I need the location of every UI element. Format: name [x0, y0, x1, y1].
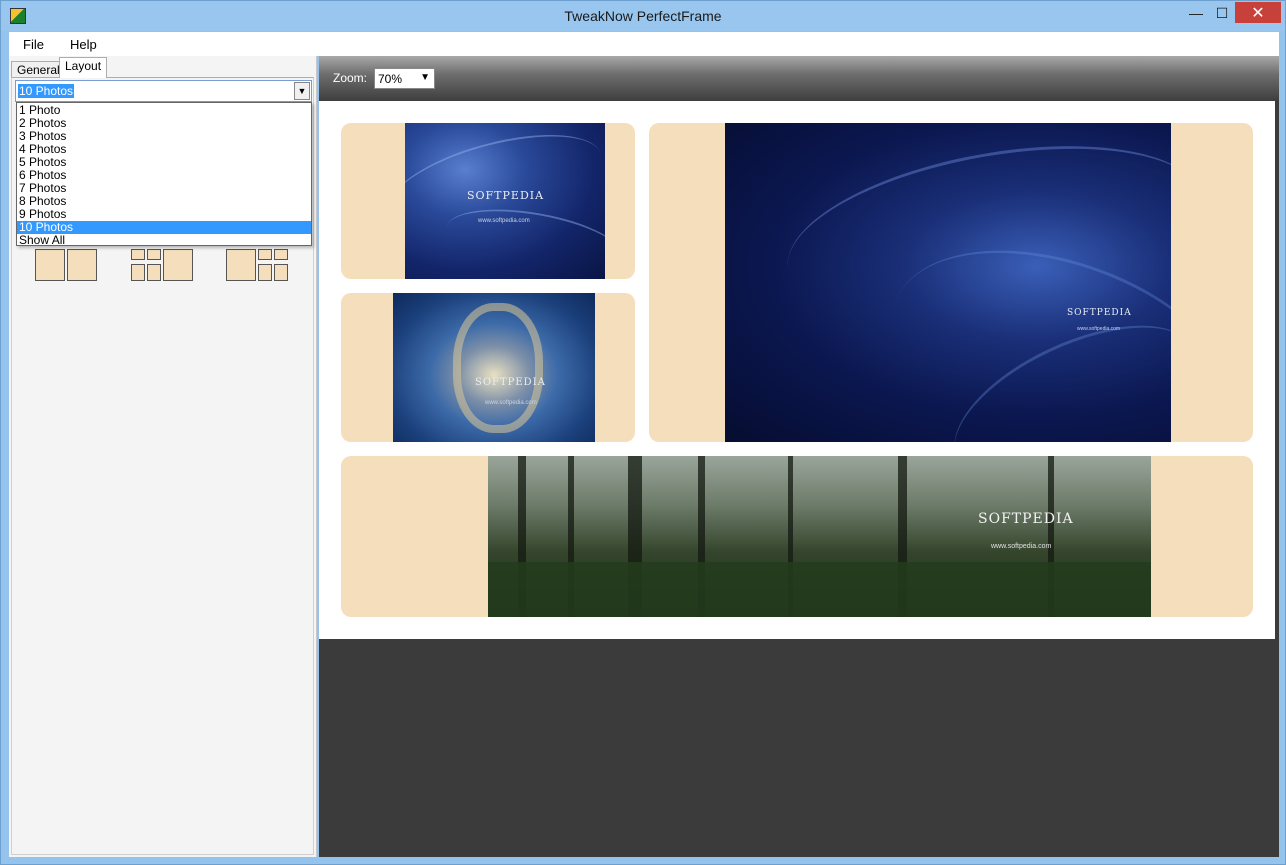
photo-frame-4[interactable]: SOFTPEDIA www.softpedia.com [341, 456, 1253, 617]
thumb-cell [226, 249, 256, 281]
photo-4[interactable]: SOFTPEDIA www.softpedia.com [488, 456, 1151, 617]
thumb-cell [147, 249, 161, 260]
zoom-value: 70% [378, 72, 403, 86]
zoom-label: Zoom: [333, 71, 368, 85]
thumb-cell [35, 249, 65, 281]
zoom-select[interactable]: 70% ▼ [374, 68, 435, 89]
menu-help[interactable]: Help [56, 37, 109, 52]
photo-frame-2[interactable]: SOFTPEDIA www.softpedia.com [341, 293, 635, 442]
thumb-cell [274, 249, 288, 260]
thumb-cell [147, 264, 161, 281]
tab-layout[interactable]: Layout [59, 57, 108, 78]
photo-2[interactable]: SOFTPEDIA www.softpedia.com [393, 293, 595, 442]
menu-file[interactable]: File [9, 37, 56, 52]
thumb-cell [274, 264, 288, 281]
thumb-cell [67, 249, 97, 281]
layout-combo[interactable]: 10 Photos ▼ [15, 80, 312, 102]
dropdown-option[interactable]: Show All [17, 234, 311, 247]
layout-thumb-five[interactable] [131, 249, 193, 281]
watermark-url: www.softpedia.com [478, 218, 530, 224]
photo-frame-1[interactable]: SOFTPEDIA www.softpedia.com [341, 123, 635, 279]
photo-3[interactable]: SOFTPEDIA www.softpedia.com [725, 123, 1171, 442]
watermark-url: www.softpedia.com [991, 543, 1052, 550]
thumb-cell [258, 249, 272, 260]
thumb-cell [131, 264, 145, 281]
watermark-text: SOFTPEDIA [1067, 308, 1132, 318]
chevron-down-icon[interactable]: ▼ [294, 82, 310, 100]
watermark-url: www.softpedia.com [1077, 326, 1121, 332]
app-window: TweakNow PerfectFrame — ☐ ✕ File Help Ge… [0, 0, 1286, 865]
watermark-text: SOFTPEDIA [475, 377, 546, 388]
layout-thumb-five-alt[interactable] [226, 249, 288, 281]
collage-canvas: SOFTPEDIA www.softpedia.com SOFTPEDIA ww… [319, 101, 1275, 639]
layout-dropdown-list: 1 Photo 2 Photos 3 Photos 4 Photos 5 Photos 6… [16, 102, 312, 247]
chevron-down-icon: ▼ [420, 72, 430, 83]
layout-combo-value: 10 Photos [18, 84, 75, 98]
thumb-cell [163, 249, 193, 281]
left-panel: General Layout 10 Photos ▼ 1 Photo 2 Phot… [9, 56, 317, 857]
preview-area: Zoom: 70% ▼ SOFTPEDIA www.softpedia.com [319, 56, 1279, 857]
thumb-cell [258, 264, 272, 281]
watermark-text: SOFTPEDIA [978, 511, 1074, 527]
title-bar[interactable]: TweakNow PerfectFrame — ☐ ✕ [1, 1, 1285, 31]
close-button[interactable]: ✕ [1235, 2, 1281, 23]
photo-frame-3[interactable]: SOFTPEDIA www.softpedia.com [649, 123, 1253, 442]
watermark-text: SOFTPEDIA [467, 189, 545, 202]
photo-1[interactable]: SOFTPEDIA www.softpedia.com [405, 123, 605, 279]
thumb-cell [131, 249, 145, 260]
sand-swirl [453, 303, 543, 433]
preview-toolbar: Zoom: 70% ▼ [319, 56, 1279, 101]
window-title: TweakNow PerfectFrame [564, 8, 722, 24]
layout-thumb-two[interactable] [35, 249, 97, 281]
watermark-url: www.softpedia.com [485, 400, 537, 406]
undergrowth [488, 562, 1151, 617]
menu-bar: File Help [9, 32, 1279, 56]
maximize-button[interactable]: ☐ [1207, 2, 1237, 24]
